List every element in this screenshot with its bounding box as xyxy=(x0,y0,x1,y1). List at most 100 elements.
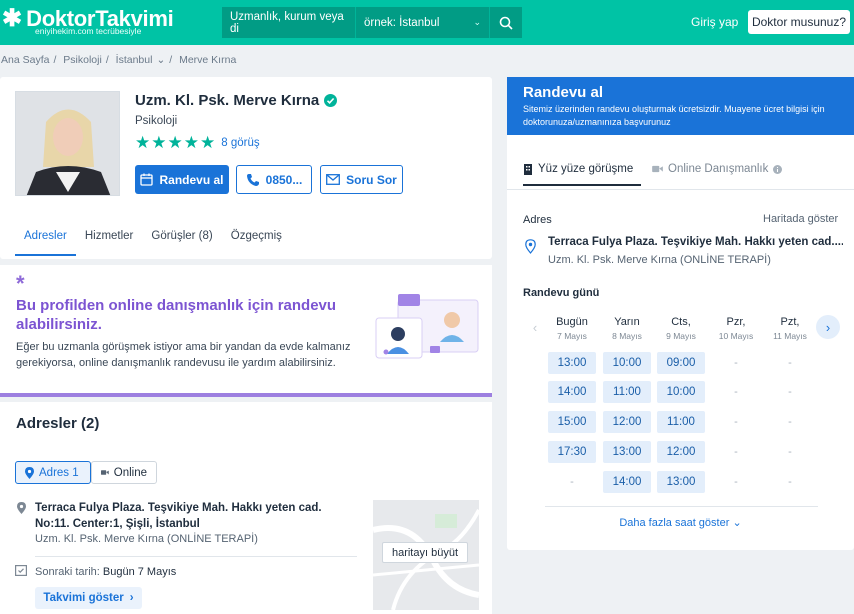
time-slot-button[interactable]: 14:00 xyxy=(603,471,651,493)
book-appointment-button[interactable]: Randevu al xyxy=(135,165,229,194)
time-slot-button[interactable]: 09:00 xyxy=(657,352,705,374)
video-camera-icon xyxy=(101,470,109,475)
calendar-check-icon xyxy=(15,565,27,576)
time-slot-button[interactable]: 12:00 xyxy=(657,441,705,463)
doctor-name: Uzm. Kl. Psk. Merve Kırna xyxy=(135,92,338,109)
unavailable-slot: - xyxy=(734,357,738,369)
address-subtitle: Uzm. Kl. Psk. Merve Kırna (ONLİNE TERAPİ… xyxy=(35,533,258,545)
day-date: 9 Mayıs xyxy=(666,331,696,341)
specialty-search-input[interactable]: Uzmanlık, kurum veya di xyxy=(222,7,356,38)
verified-icon xyxy=(324,94,338,107)
tab-biography[interactable]: Özgeçmiş xyxy=(222,222,291,256)
breadcrumb: Ana Sayfa / Psikoloji / İstanbul ⌄ / Merve K… xyxy=(1,54,237,66)
location-pin-icon xyxy=(525,239,536,254)
building-icon xyxy=(524,163,532,175)
address-1-pill[interactable]: Adres 1 xyxy=(15,461,91,484)
day-name: Pzr, xyxy=(726,316,746,328)
search-button[interactable] xyxy=(490,7,522,38)
chevron-left-icon: ‹ xyxy=(532,319,538,335)
unavailable-slot: - xyxy=(734,386,738,398)
unavailable-slot: - xyxy=(788,446,792,458)
show-calendar-button[interactable]: Takvimi göster › xyxy=(35,587,142,609)
unavailable-slot: - xyxy=(734,416,738,428)
day-column: Yarın 8 Mayıs xyxy=(601,316,653,341)
day-column: Bugün 7 Mayıs xyxy=(546,316,598,341)
unavailable-slot: - xyxy=(734,446,738,458)
booking-address-subtitle: Uzm. Kl. Psk. Merve Kırna (ONLİNE TERAPİ… xyxy=(548,254,771,266)
time-slot-button[interactable]: 15:00 xyxy=(548,411,596,433)
divider xyxy=(35,556,357,557)
time-slot-button[interactable]: 11:00 xyxy=(603,381,651,403)
video-call-illustration xyxy=(375,294,479,359)
previous-days-button[interactable]: ‹ xyxy=(523,315,547,339)
chevron-down-icon: ⌄ xyxy=(156,54,166,66)
booking-subtitle: Sitemiz üzerinden randevu oluşturmak ücr… xyxy=(523,104,825,127)
video-camera-icon xyxy=(652,165,663,173)
time-slot-button[interactable]: 10:00 xyxy=(657,381,705,403)
day-column: Pzr, 10 Mayıs xyxy=(710,316,762,341)
time-slot-button[interactable]: 12:00 xyxy=(603,411,651,433)
address-label: Adres xyxy=(523,214,552,226)
time-slot-button[interactable]: 13:00 xyxy=(603,441,651,463)
tab-services[interactable]: Hizmetler xyxy=(76,222,143,256)
avatar xyxy=(15,91,120,196)
next-available-date: Sonraki tarih: Bugün 7 Mayıs xyxy=(35,566,177,578)
breadcrumb-item[interactable]: Ana Sayfa xyxy=(1,54,49,66)
star-icon: ★ xyxy=(183,133,199,152)
day-name: Yarın xyxy=(614,316,640,328)
search-bar: Uzmanlık, kurum veya di örnek: İstanbul … xyxy=(222,7,522,38)
unavailable-slot: - xyxy=(788,476,792,488)
breadcrumb-item[interactable]: Psikoloji xyxy=(63,54,102,66)
time-slot-button[interactable]: 11:00 xyxy=(657,411,705,433)
divider xyxy=(545,506,818,507)
star-icon: ★ xyxy=(200,133,216,152)
are-you-doctor-button[interactable]: Doktor musunuz? xyxy=(748,10,850,34)
opinions-link[interactable]: 8 görüş xyxy=(221,137,259,149)
day-name: Pzt, xyxy=(780,316,800,328)
time-slot-button[interactable]: 10:00 xyxy=(603,352,651,374)
tab-in-person[interactable]: Yüz yüze görüşme xyxy=(523,163,641,186)
day-date: 10 Mayıs xyxy=(718,331,754,341)
tab-opinions[interactable]: Görüşler (8) xyxy=(142,222,221,256)
booking-address: Terraca Fulya Plaza. Teşvikiye Mah. Hakk… xyxy=(548,236,843,248)
sparkle-icon: * xyxy=(16,271,25,296)
day-name: Cts, xyxy=(671,316,691,328)
chevron-down-icon: ⌄ xyxy=(732,517,742,529)
phone-button[interactable]: 0850... xyxy=(236,165,312,194)
unavailable-slot: - xyxy=(788,386,792,398)
ask-question-button[interactable]: Soru Sor xyxy=(320,165,403,194)
time-slot-button[interactable]: 13:00 xyxy=(657,471,705,493)
info-icon[interactable] xyxy=(773,164,783,174)
unavailable-slot: - xyxy=(570,476,574,488)
breadcrumb-item[interactable]: İstanbul xyxy=(116,54,153,66)
calendar-icon xyxy=(140,173,154,186)
day-date: 8 Mayıs xyxy=(612,331,642,341)
show-more-hours-button[interactable]: Daha fazla saat göster ⌄ xyxy=(507,516,854,529)
tab-addresses[interactable]: Adresler xyxy=(15,222,76,256)
logo-tagline: eniyihekim.com tecrübesiyle xyxy=(35,26,142,36)
location-search-input[interactable]: örnek: İstanbul ⌄ xyxy=(356,7,490,38)
chevron-right-icon: › xyxy=(129,592,134,604)
next-days-button[interactable]: › xyxy=(816,315,840,339)
top-header: ✱ DoktorTakvimi eniyihekim.com tecrübesi… xyxy=(0,0,854,45)
profile-tabs: Adresler Hizmetler Görüşler (8) Özgeçmiş xyxy=(15,222,291,256)
chevron-down-icon: ⌄ xyxy=(473,17,481,27)
time-slot-button[interactable]: 17:30 xyxy=(548,441,596,463)
divider xyxy=(507,189,854,190)
day-date: 7 Mayıs xyxy=(557,331,587,341)
enlarge-map-button[interactable]: haritayı büyüt xyxy=(382,542,468,563)
online-pill[interactable]: Online xyxy=(91,461,157,484)
show-on-map-link[interactable]: Haritada göster xyxy=(763,213,838,225)
search-icon xyxy=(499,16,513,30)
time-slot-button[interactable]: 14:00 xyxy=(548,381,596,403)
day-name: Bugün xyxy=(556,316,588,328)
time-slot-button[interactable]: 13:00 xyxy=(548,352,596,374)
tab-online-consultation[interactable]: Online Danışmanlık xyxy=(652,163,783,175)
star-icon: ★ xyxy=(167,133,183,152)
booking-title: Randevu al xyxy=(523,84,604,101)
login-link[interactable]: Giriş yap xyxy=(691,15,738,29)
star-icon: ★ xyxy=(151,133,167,152)
rating: ★ ★ ★ ★ ★ 8 görüş xyxy=(135,134,260,151)
unavailable-slot: - xyxy=(788,416,792,428)
chevron-right-icon: › xyxy=(825,319,831,335)
